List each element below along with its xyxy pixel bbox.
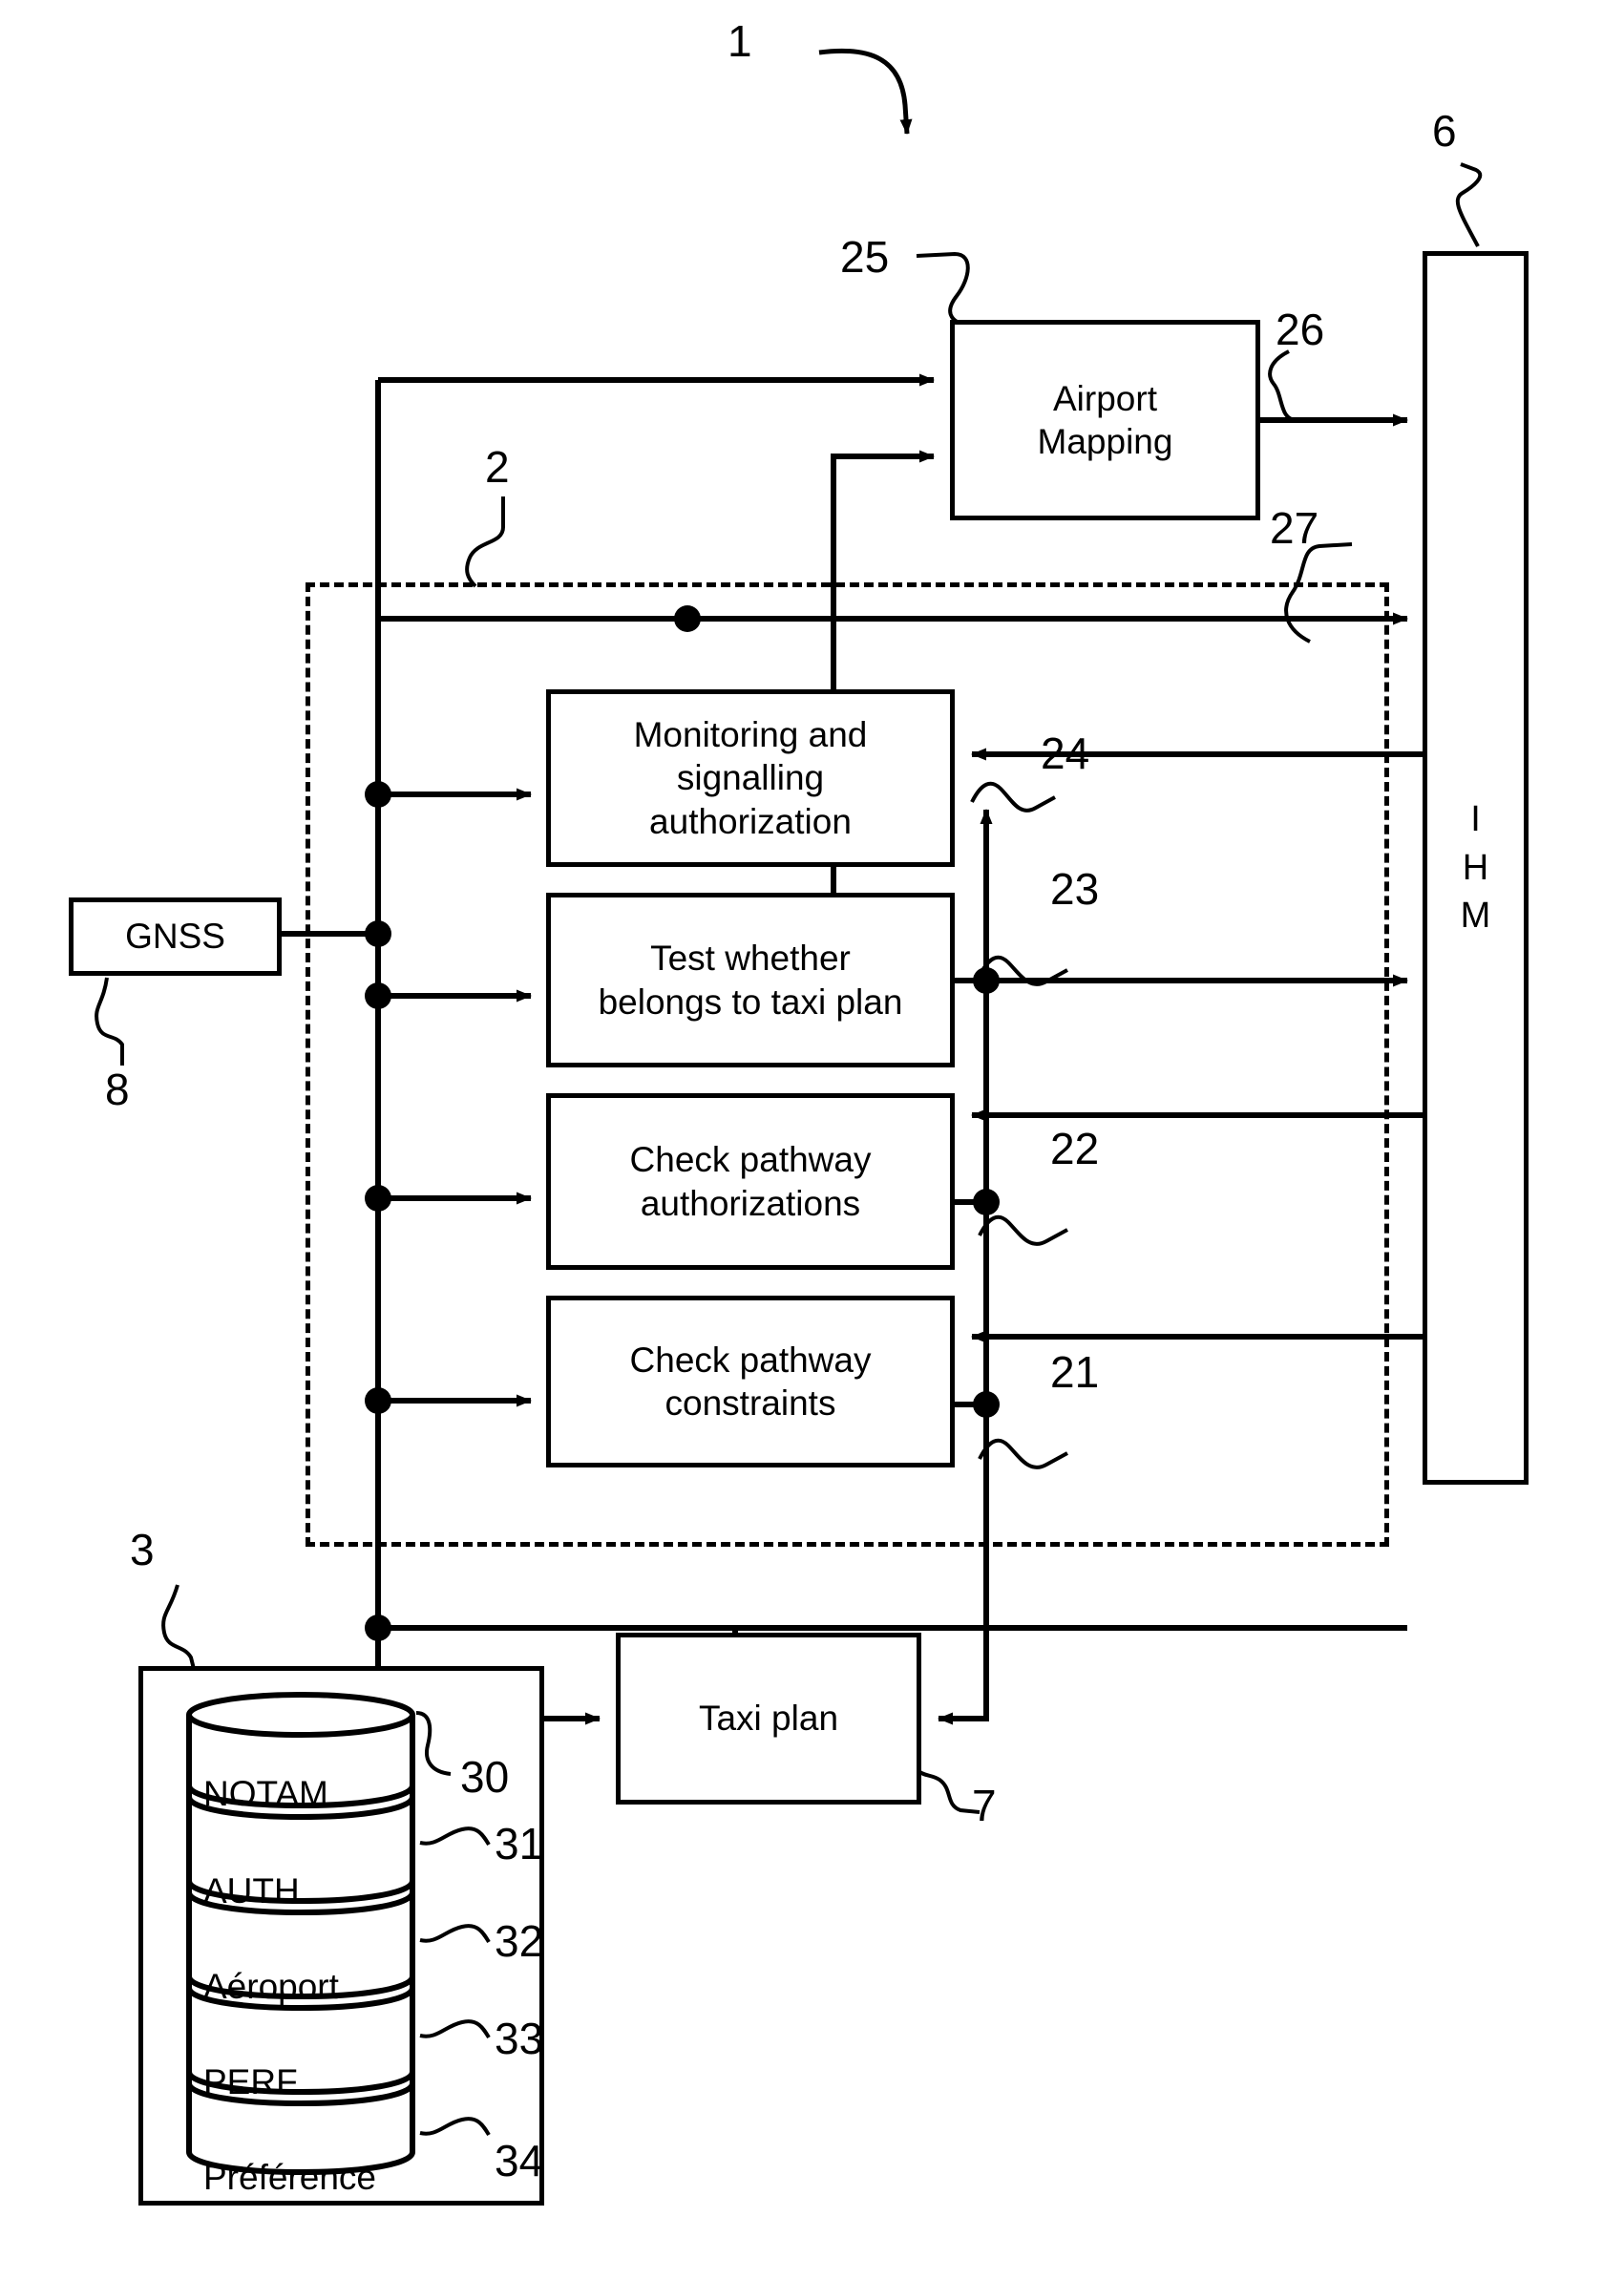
check-pathway-constraints-box[interactable]: Check pathway constraints xyxy=(546,1296,955,1467)
ref-3-database-enclosure: 3 xyxy=(130,1525,155,1574)
gnss-label: GNSS xyxy=(125,917,225,957)
ref-27-module-output: 27 xyxy=(1270,503,1319,553)
db-section-notam: NOTAM xyxy=(203,1774,328,1813)
db-section-perf: PERF xyxy=(203,2062,298,2101)
check-authorizations-label: Check pathway authorizations xyxy=(629,1140,872,1223)
figure-canvas: Airport Mapping Monitoring and signallin… xyxy=(0,0,1624,2280)
monitoring-label: Monitoring and signalling authorization xyxy=(633,715,868,841)
monitoring-signalling-authorization-box[interactable]: Monitoring and signalling authorization xyxy=(546,689,955,867)
figure-callout-arrow xyxy=(818,48,913,135)
test-taxi-plan-label: Test whether belongs to taxi plan xyxy=(598,939,903,1022)
ref-2-dashed-module: 2 xyxy=(485,442,510,492)
test-belongs-taxi-plan-box[interactable]: Test whether belongs to taxi plan xyxy=(546,893,955,1067)
ref-figure-1: 1 xyxy=(728,16,752,66)
check-pathway-authorizations-box[interactable]: Check pathway authorizations xyxy=(546,1093,955,1270)
db-section-aeroport: Aéroport xyxy=(203,1967,339,2006)
airport-mapping-label: Airport Mapping xyxy=(1037,378,1173,461)
ref-21-check-constraints: 21 xyxy=(1050,1347,1100,1397)
ref-26-airport-mapping-output: 26 xyxy=(1276,305,1325,354)
ref-6-ihm: 6 xyxy=(1432,106,1457,156)
db-section-auth: AUTH xyxy=(203,1871,300,1911)
ref-25-airport-mapping: 25 xyxy=(840,232,890,282)
ihm-box[interactable]: I H M xyxy=(1423,251,1529,1485)
taxi-plan-label: Taxi plan xyxy=(698,1699,839,1739)
ref-33-perf: 33 xyxy=(495,2014,544,2063)
ref-31-auth: 31 xyxy=(495,1819,544,1868)
ref-30-notam: 30 xyxy=(460,1752,510,1802)
check-constraints-label: Check pathway constraints xyxy=(629,1340,872,1423)
ref-34-preference: 34 xyxy=(495,2136,544,2185)
taxi-plan-box[interactable]: Taxi plan xyxy=(616,1633,921,1805)
ihm-label: I H M xyxy=(1460,798,1491,937)
ref-8-gnss: 8 xyxy=(105,1065,130,1114)
ref-22-check-authorizations: 22 xyxy=(1050,1124,1100,1173)
airport-mapping-box[interactable]: Airport Mapping xyxy=(950,320,1260,520)
ref-7-taxi-plan: 7 xyxy=(972,1781,997,1830)
gnss-box[interactable]: GNSS xyxy=(69,897,282,976)
ref-24-monitoring: 24 xyxy=(1041,728,1090,778)
ref-32-aeroport: 32 xyxy=(495,1916,544,1966)
ref-23-test-taxi-plan: 23 xyxy=(1050,864,1100,914)
db-section-preference: Préférence xyxy=(203,2158,376,2197)
